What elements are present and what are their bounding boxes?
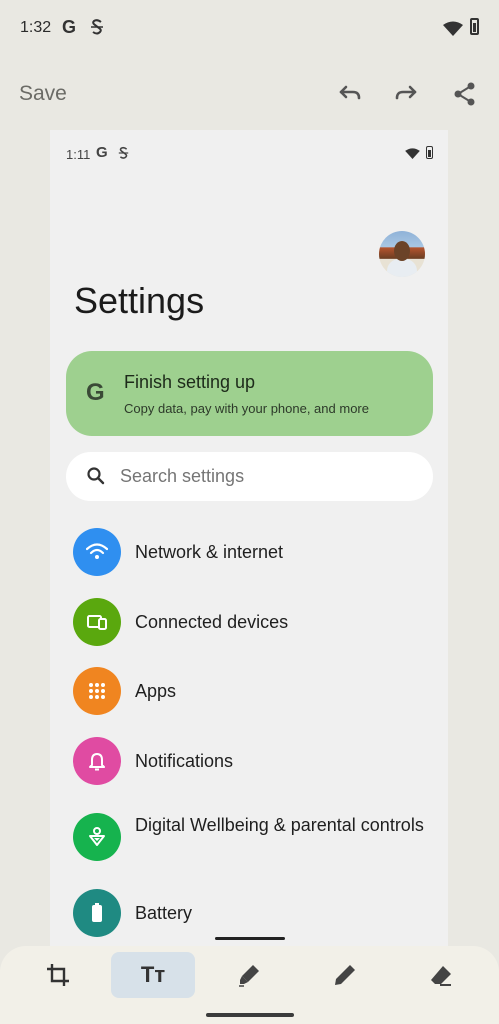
google-notification-icon: G xyxy=(62,17,77,37)
eraser-tool-button[interactable] xyxy=(399,952,483,998)
devices-icon xyxy=(73,598,121,646)
screenshot-notification-icon xyxy=(91,19,103,35)
bell-icon xyxy=(73,737,121,785)
gesture-nav-handle[interactable] xyxy=(206,1013,294,1017)
google-logo-icon: G xyxy=(86,379,105,406)
preview-wifi-icon xyxy=(405,148,420,159)
settings-item-notifications: Notifications xyxy=(50,737,448,795)
setup-card-subtitle: Copy data, pay with your phone, and more xyxy=(124,401,369,416)
settings-item-label: Battery xyxy=(135,903,193,923)
settings-item-network: Network & internet xyxy=(50,528,448,586)
pen-icon xyxy=(335,965,355,985)
wellbeing-icon xyxy=(73,813,121,861)
preview-google-icon: G xyxy=(96,144,108,161)
finish-setup-card: G Finish setting up Copy data, pay with … xyxy=(66,351,433,436)
highlighter-tool-button[interactable] xyxy=(207,952,291,998)
undo-icon[interactable] xyxy=(333,78,365,110)
crop-tool-button[interactable] xyxy=(16,952,100,998)
search-icon xyxy=(87,467,105,485)
settings-item-label: Network & internet xyxy=(135,542,284,562)
preview-status-time: 1:11 xyxy=(66,147,91,162)
settings-item-label: Digital Wellbeing & parental controls xyxy=(135,815,424,835)
apps-grid-icon xyxy=(73,667,121,715)
preview-gesture-handle xyxy=(215,937,285,940)
battery-status-icon xyxy=(470,18,479,35)
search-input xyxy=(120,466,400,487)
settings-item-label: Notifications xyxy=(135,751,234,771)
redo-icon[interactable] xyxy=(391,78,423,110)
page-title: Settings xyxy=(74,280,205,321)
search-bar xyxy=(66,452,433,501)
pen-tool-button[interactable] xyxy=(303,952,387,998)
status-time: 1:32 xyxy=(20,19,52,36)
settings-item-digital-wellbeing: Digital Wellbeing & parental controls xyxy=(50,813,448,871)
editor-toolbar xyxy=(0,70,499,120)
preview-battery-icon xyxy=(426,146,433,159)
wifi-status-icon xyxy=(443,21,463,36)
preview-screenshot-icon xyxy=(118,146,129,159)
wifi-icon xyxy=(73,528,121,576)
setup-card-title: Finish setting up xyxy=(124,372,256,392)
crop-icon xyxy=(47,964,69,986)
settings-item-label: Apps xyxy=(135,681,177,701)
settings-item-connected-devices: Connected devices xyxy=(50,598,448,656)
share-icon[interactable] xyxy=(449,78,481,110)
status-bar: 1:32 G xyxy=(0,0,499,58)
text-tool-button[interactable]: Tт xyxy=(111,952,195,998)
avatar xyxy=(379,231,425,277)
highlighter-icon xyxy=(239,965,259,987)
settings-item-apps: Apps xyxy=(50,667,448,725)
battery-icon xyxy=(73,889,121,937)
text-tool-icon: Tт xyxy=(140,962,166,987)
screenshot-preview[interactable]: 1:11 G Settings G Finish setting up Copy… xyxy=(50,130,448,960)
settings-item-label: Connected devices xyxy=(135,612,289,632)
eraser-icon xyxy=(431,966,451,986)
save-button[interactable]: Save xyxy=(19,82,67,106)
